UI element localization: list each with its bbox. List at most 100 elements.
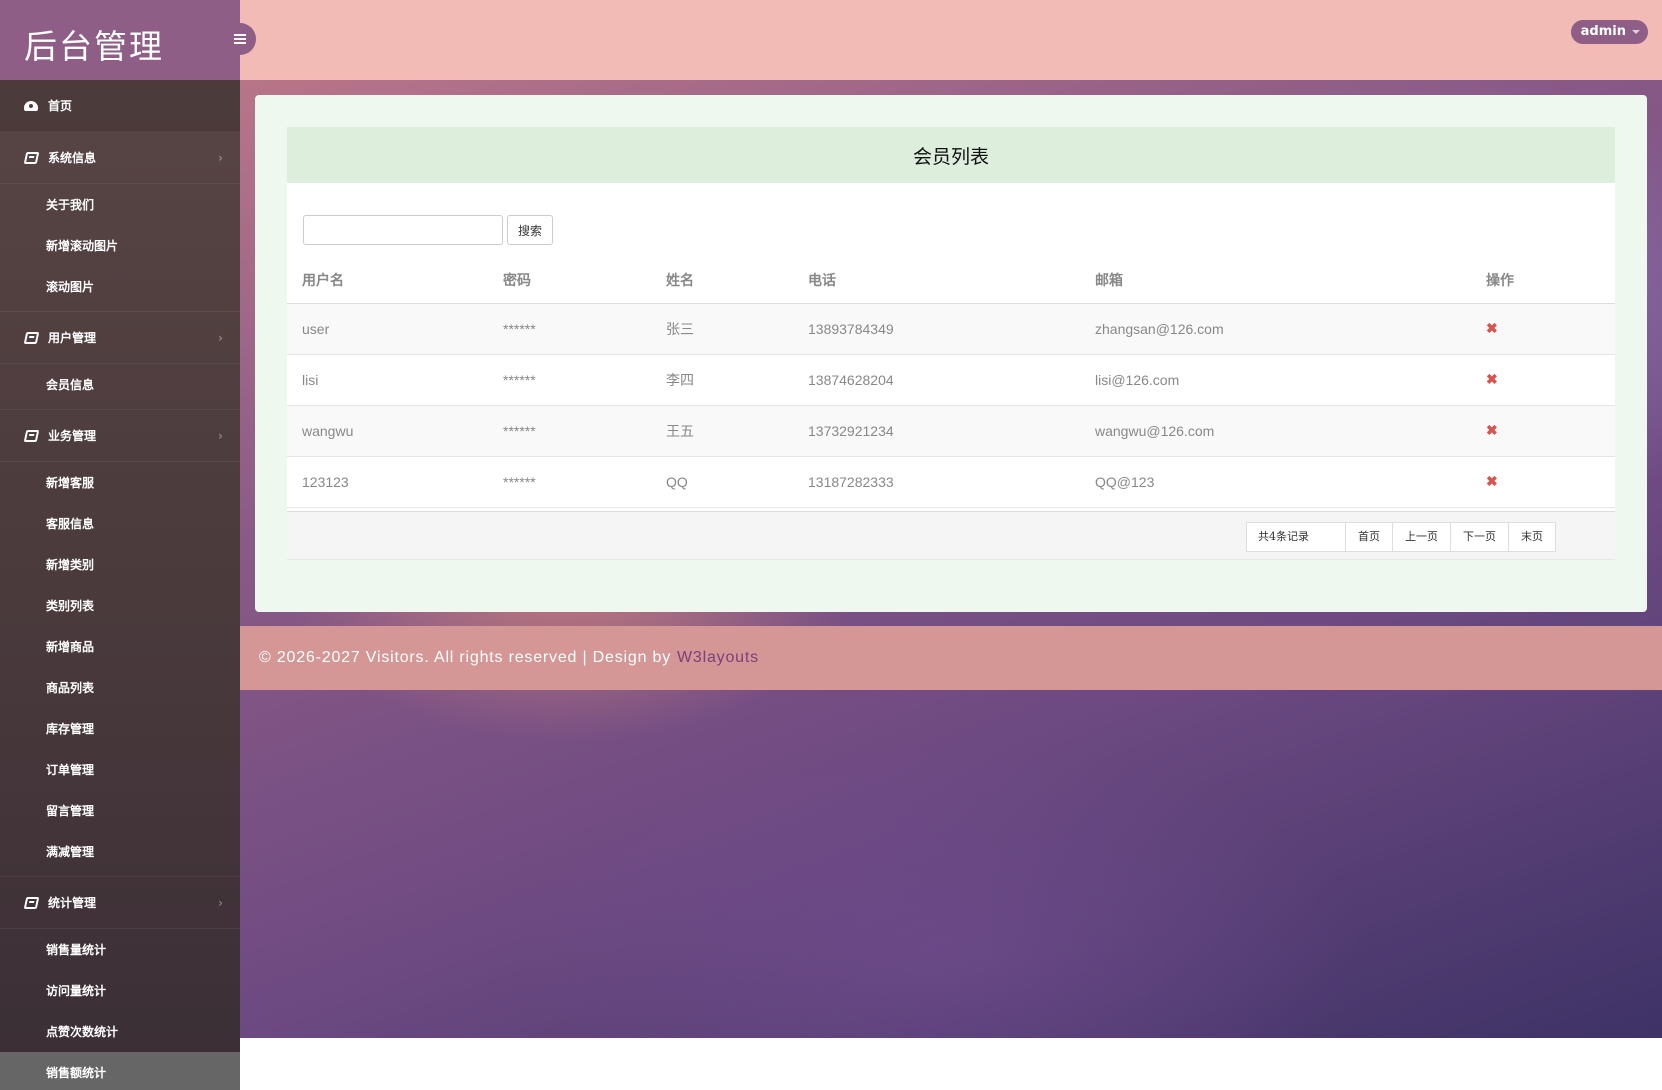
sidebar-item-add-service[interactable]: 新增客服 (0, 462, 240, 503)
delete-icon[interactable]: ✖ (1486, 371, 1498, 387)
sidebar-group-label: 用户管理 (48, 331, 97, 345)
first-page-button[interactable]: 首页 (1345, 522, 1393, 552)
prev-page-button[interactable]: 上一页 (1392, 522, 1451, 552)
cell-username: lisi (287, 354, 488, 406)
book-icon (23, 331, 39, 344)
user-name: admin (1580, 24, 1626, 39)
book-icon (23, 429, 39, 442)
column-header-phone: 电话 (793, 257, 1080, 304)
column-header-email: 邮箱 (1080, 257, 1471, 304)
sidebar-item-visits[interactable]: 访问量统计 (0, 970, 240, 1011)
column-header-actions: 操作 (1471, 257, 1615, 304)
sidebar-item-add-carousel[interactable]: 新增滚动图片 (0, 225, 240, 266)
pagination-bar: 共4条记录 首页 上一页 下一页 末页 (287, 511, 1615, 560)
sidebar-item-messages[interactable]: 留言管理 (0, 790, 240, 831)
sidebar-item-category-list[interactable]: 类别列表 (0, 585, 240, 626)
sidebar-toggle-button[interactable] (224, 23, 256, 55)
cell-username: 123123 (287, 456, 488, 508)
sidebar-item-members[interactable]: 会员信息 (0, 364, 240, 405)
dashboard-icon (24, 100, 38, 112)
sidebar-item-carousel[interactable]: 滚动图片 (0, 266, 240, 307)
table-row: lisi ****** 李四 13874628204 lisi@126.com … (287, 354, 1615, 406)
column-header-password: 密码 (488, 257, 651, 304)
search-button[interactable]: 搜索 (507, 215, 553, 245)
sidebar-group-label: 统计管理 (48, 896, 97, 910)
table-row: wangwu ****** 王五 13732921234 wangwu@126.… (287, 405, 1615, 457)
sidebar-submenu-users: 会员信息 (0, 364, 240, 410)
sidebar-item-about[interactable]: 关于我们 (0, 184, 240, 225)
cell-phone: 13187282333 (793, 456, 1080, 508)
member-table: 用户名 密码 姓名 电话 邮箱 操作 user ****** 张三 138937… (287, 257, 1615, 508)
cell-phone: 13893784349 (793, 303, 1080, 355)
search-input[interactable] (303, 215, 503, 245)
sidebar-item-product-list[interactable]: 商品列表 (0, 667, 240, 708)
sidebar: 后台管理 首页 系统信息 › 关于我们 新增滚动图片 滚动图片 用户管理 › 会… (0, 0, 240, 1090)
chevron-right-icon: › (218, 150, 223, 165)
chevron-right-icon: › (218, 895, 223, 910)
user-menu-button[interactable]: admin (1570, 20, 1648, 44)
sidebar-item-service-info[interactable]: 客服信息 (0, 503, 240, 544)
sidebar-submenu-system: 关于我们 新增滚动图片 滚动图片 (0, 184, 240, 312)
table-header-row: 用户名 密码 姓名 电话 邮箱 操作 (287, 257, 1615, 304)
column-header-username: 用户名 (287, 257, 488, 304)
delete-icon[interactable]: ✖ (1486, 320, 1498, 336)
delete-icon[interactable]: ✖ (1486, 473, 1498, 489)
cell-actions: ✖ (1471, 456, 1615, 508)
member-list-card: 会员列表 搜索 用户名 密码 姓名 电话 邮箱 操作 user ****** 张… (287, 127, 1615, 560)
sidebar-item-likes[interactable]: 点赞次数统计 (0, 1011, 240, 1052)
cell-phone: 13732921234 (793, 405, 1080, 457)
sidebar-group-users[interactable]: 用户管理 › (0, 312, 240, 364)
sidebar-group-system[interactable]: 系统信息 › (0, 132, 240, 184)
sidebar-group-label: 业务管理 (48, 429, 97, 443)
pagination: 共4条记录 首页 上一页 下一页 末页 (1246, 522, 1556, 552)
delete-icon[interactable]: ✖ (1486, 422, 1498, 438)
chevron-right-icon: › (218, 428, 223, 443)
sidebar-submenu-stats: 销售量统计 访问量统计 点赞次数统计 销售额统计 (0, 929, 240, 1090)
table-row: user ****** 张三 13893784349 zhangsan@126.… (287, 303, 1615, 355)
cell-username: user (287, 303, 488, 355)
book-icon (23, 896, 39, 909)
sidebar-item-add-category[interactable]: 新增类别 (0, 544, 240, 585)
sidebar-item-add-product[interactable]: 新增商品 (0, 626, 240, 667)
cell-name: QQ (651, 456, 793, 508)
chevron-right-icon: › (218, 330, 223, 345)
cell-name: 李四 (651, 354, 793, 406)
record-count: 共4条记录 (1246, 522, 1346, 552)
brand-title: 后台管理 (0, 0, 240, 80)
next-page-button[interactable]: 下一页 (1450, 522, 1509, 552)
footer-link[interactable]: W3layouts (677, 649, 759, 667)
content-panel: 会员列表 搜索 用户名 密码 姓名 电话 邮箱 操作 user ****** 张… (255, 95, 1647, 612)
last-page-button[interactable]: 末页 (1508, 522, 1556, 552)
sidebar-item-inventory[interactable]: 库存管理 (0, 708, 240, 749)
cell-password: ****** (488, 456, 651, 508)
card-title: 会员列表 (287, 127, 1615, 183)
footer: © 2026-2027 Visitors. All rights reserve… (240, 626, 1662, 690)
caret-down-icon (1632, 30, 1640, 34)
sidebar-group-business[interactable]: 业务管理 › (0, 410, 240, 462)
table-row: 123123 ****** QQ 13187282333 QQ@123 ✖ (287, 456, 1615, 508)
cell-name: 王五 (651, 405, 793, 457)
cell-actions: ✖ (1471, 303, 1615, 355)
cell-password: ****** (488, 354, 651, 406)
cell-email: lisi@126.com (1080, 354, 1471, 406)
sidebar-group-stats[interactable]: 统计管理 › (0, 877, 240, 929)
sidebar-item-home[interactable]: 首页 (0, 80, 240, 132)
cell-phone: 13874628204 (793, 354, 1080, 406)
cell-name: 张三 (651, 303, 793, 355)
sidebar-item-label: 首页 (48, 99, 73, 113)
sidebar-item-sales-amount[interactable]: 销售额统计 (0, 1052, 240, 1090)
cell-email: QQ@123 (1080, 456, 1471, 508)
cell-actions: ✖ (1471, 405, 1615, 457)
book-icon (23, 151, 39, 164)
sidebar-group-label: 系统信息 (48, 151, 97, 165)
hamburger-icon (234, 38, 246, 40)
column-header-name: 姓名 (651, 257, 793, 304)
sidebar-item-discounts[interactable]: 满减管理 (0, 831, 240, 872)
cell-email: zhangsan@126.com (1080, 303, 1471, 355)
cell-password: ****** (488, 303, 651, 355)
sidebar-item-orders[interactable]: 订单管理 (0, 749, 240, 790)
sidebar-submenu-business: 新增客服 客服信息 新增类别 类别列表 新增商品 商品列表 库存管理 订单管理 … (0, 462, 240, 877)
cell-actions: ✖ (1471, 354, 1615, 406)
cell-username: wangwu (287, 405, 488, 457)
sidebar-item-sales-volume[interactable]: 销售量统计 (0, 929, 240, 970)
